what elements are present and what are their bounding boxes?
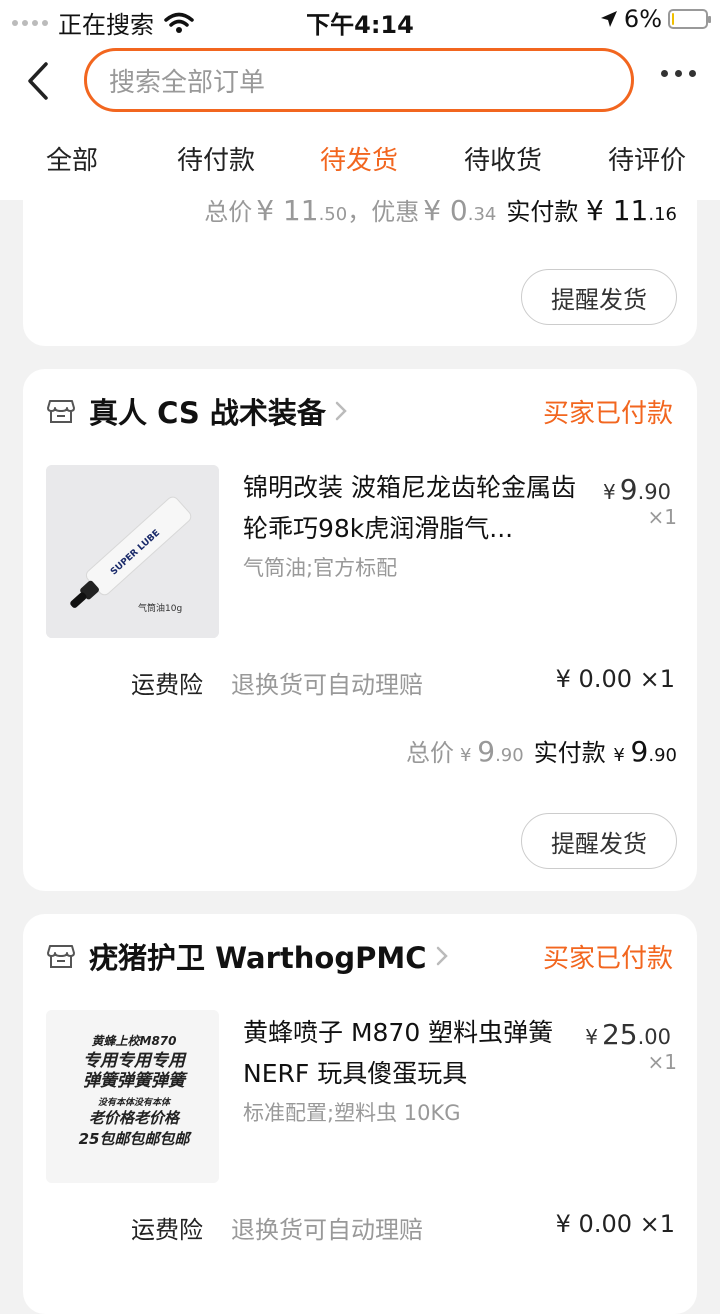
- shop-name: 疣猪护卫 WarthogPMC: [89, 941, 427, 975]
- tab-all[interactable]: 全部: [12, 140, 132, 177]
- total-int: 9: [477, 735, 496, 768]
- chevron-right-icon: [335, 401, 347, 421]
- paid-amount: 实付款 ¥ 9.90: [534, 733, 677, 768]
- order-card-previous: 总价 ¥ 11.50 ，优惠 ¥ 0.34 实付款 ¥ 11.16 提醒发货: [23, 176, 697, 346]
- order-card: 疣猪护卫 WarthogPMC 买家已付款 黄蜂上校M870 专用专用专用 弹簧…: [23, 914, 697, 1314]
- product-spec: 标准配置;塑料虫 10KG: [243, 1101, 461, 1125]
- product-image[interactable]: SUPER LUBE 气筒油10g: [46, 465, 219, 638]
- price-int: 25: [601, 1018, 638, 1051]
- store-icon: [47, 945, 75, 968]
- battery-icon: [668, 9, 711, 29]
- total-dec: .90: [495, 745, 524, 766]
- tab-pending-receipt[interactable]: 待收货: [443, 140, 563, 177]
- shop-header[interactable]: 真人 CS 战术装备: [47, 391, 348, 431]
- remind-shipment-button[interactable]: 提醒发货: [521, 813, 677, 869]
- paid-amount: 实付款 ¥ 11.16: [506, 192, 677, 227]
- total-value: ¥ 9.90: [460, 735, 524, 768]
- ad-line-6: 25包邮包邮包邮: [79, 1130, 193, 1148]
- product-price: ¥9.90: [603, 473, 671, 506]
- total-int: ¥ 11: [256, 194, 319, 227]
- search-placeholder: 搜索全部订单: [109, 67, 266, 98]
- product-title[interactable]: 锦明改装 波箱尼龙齿轮金属齿轮乖巧98k虎润滑脂气...: [243, 467, 583, 549]
- discount-label: ，优惠: [347, 198, 420, 226]
- location-arrow-icon: [600, 11, 617, 27]
- status-right: 6%: [600, 5, 711, 33]
- tab-pending-shipment[interactable]: 待发货: [299, 140, 419, 177]
- paid-value: ¥ 9.90: [613, 735, 677, 768]
- tab-pending-payment[interactable]: 待付款: [156, 140, 276, 177]
- insurance-price: ¥ 0.00 ×1: [555, 665, 675, 693]
- battery-percent: 6%: [623, 5, 662, 33]
- price-dec: .00: [637, 1025, 671, 1049]
- chevron-right-icon: [436, 946, 448, 966]
- nav-bar: 搜索全部订单: [0, 40, 720, 126]
- insurance-label: 运费险: [131, 671, 203, 699]
- paid-label: 实付款: [533, 739, 606, 767]
- shop-header[interactable]: 疣猪护卫 WarthogPMC: [47, 936, 449, 976]
- more-icon[interactable]: [661, 70, 696, 77]
- search-input[interactable]: 搜索全部订单: [84, 48, 634, 112]
- store-icon: [47, 400, 75, 423]
- lube-tube-image: SUPER LUBE 气筒油10g: [46, 465, 219, 638]
- order-status: 买家已付款: [542, 944, 673, 974]
- order-totals: 总价 ¥ 9.90 实付款 ¥ 9.90: [406, 733, 677, 768]
- product-qty: ×1: [647, 1050, 677, 1074]
- insurance-label: 运费险: [131, 1216, 203, 1244]
- total-dec: .50: [318, 204, 348, 225]
- paid-int: 9: [630, 735, 649, 768]
- discount-value: ¥ 0.34: [423, 194, 496, 227]
- total-label: 总价: [406, 739, 455, 767]
- product-spec: 气筒油;官方标配: [243, 556, 398, 580]
- total-label: 总价: [204, 198, 253, 226]
- remind-shipment-button[interactable]: 提醒发货: [521, 269, 677, 325]
- price-int: 9: [619, 473, 638, 506]
- discount-int: ¥ 0: [423, 194, 468, 227]
- total-value: ¥ 11.50: [256, 194, 347, 227]
- tab-pending-review[interactable]: 待评价: [587, 140, 707, 177]
- order-totals: 总价 ¥ 11.50 ，优惠 ¥ 0.34 实付款 ¥ 11.16: [204, 192, 677, 227]
- product-title[interactable]: 黄蜂喷子 M870 塑料虫弹簧 NERF 玩具傻蛋玩具: [243, 1012, 573, 1094]
- tube-caption: 气筒油10g: [138, 602, 182, 614]
- insurance-desc: 退换货可自动理赔: [231, 1216, 423, 1244]
- back-arrow-icon[interactable]: [22, 58, 62, 104]
- insurance-desc: 退换货可自动理赔: [231, 671, 423, 699]
- spring-ad-image: 黄蜂上校M870 专用专用专用 弹簧弹簧弹簧 没有本体没有本体 老价格老价格 2…: [46, 1010, 219, 1183]
- ad-line-3: 弹簧弹簧弹簧: [83, 1071, 188, 1091]
- ad-line-1: 黄蜂上校M870: [92, 1034, 177, 1048]
- price-dec: .90: [637, 480, 671, 504]
- ad-line-5: 老价格老价格: [89, 1109, 181, 1127]
- paid-int: ¥ 11: [586, 194, 649, 227]
- ad-line-2: 专用专用专用: [83, 1051, 187, 1071]
- product-image[interactable]: 黄蜂上校M870 专用专用专用 弹簧弹簧弹簧 没有本体没有本体 老价格老价格 2…: [46, 1010, 219, 1183]
- paid-label: 实付款: [506, 198, 579, 226]
- order-status: 买家已付款: [542, 399, 673, 429]
- paid-dec: .16: [648, 204, 677, 225]
- battery-fill: [672, 13, 674, 25]
- product-qty: ×1: [647, 505, 677, 529]
- order-card: 真人 CS 战术装备 买家已付款 SUPER LUBE 气筒油10g 锦明改装 …: [23, 369, 697, 891]
- shop-name: 真人 CS 战术装备: [89, 396, 326, 430]
- paid-value: ¥ 11.16: [586, 194, 677, 227]
- paid-dec: .90: [648, 745, 677, 766]
- ad-line-4: 没有本体没有本体: [98, 1097, 172, 1108]
- discount-dec: .34: [467, 204, 497, 225]
- insurance-price: ¥ 0.00 ×1: [555, 1210, 675, 1238]
- product-price: ¥25.00: [585, 1018, 671, 1051]
- status-bar: 正在搜索 下午4:14 6%: [0, 0, 720, 40]
